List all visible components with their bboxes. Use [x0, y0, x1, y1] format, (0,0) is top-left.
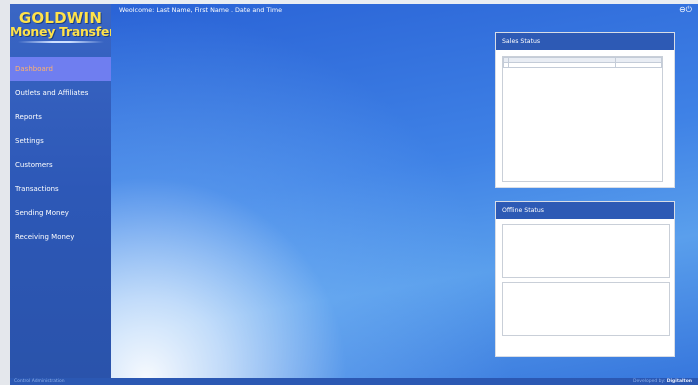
left-border [0, 0, 10, 385]
table-row [503, 62, 662, 68]
offline-status-title: Offline Status [496, 202, 674, 219]
footer: Control Administration Developed by: Dig… [10, 378, 698, 385]
window-controls[interactable]: ⊖⏻ [679, 5, 692, 15]
sidebar-item-receiving-money[interactable]: Receiving Money [10, 225, 111, 249]
app-window: GOLDWIN Money Transfer Dashboard Outlets… [0, 0, 698, 385]
sidebar-item-settings[interactable]: Settings [10, 129, 111, 153]
footer-credit-brand[interactable]: Digitalton [667, 379, 692, 384]
footer-credit-prefix: Developed by: [633, 379, 666, 384]
logo: GOLDWIN Money Transfer [10, 4, 115, 52]
welcome-text: Weolcome: Last Name, First Name . Date a… [119, 6, 283, 14]
logo-subtitle: Money Transfer [10, 24, 115, 39]
logo-underline [18, 41, 104, 43]
sidebar-nav: Dashboard Outlets and Affiliates Reports… [10, 57, 111, 249]
sales-status-panel: Sales Status [495, 32, 675, 188]
sidebar-item-dashboard[interactable]: Dashboard [10, 57, 111, 81]
sidebar-item-sending-money[interactable]: Sending Money [10, 201, 111, 225]
sales-table [503, 57, 662, 68]
sidebar-item-outlets-and-affiliates[interactable]: Outlets and Affiliates [10, 81, 111, 105]
offline-status-panel: Offline Status [495, 201, 675, 357]
sidebar-item-transactions[interactable]: Transactions [10, 177, 111, 201]
main-content: Weolcome: Last Name, First Name . Date a… [111, 4, 698, 378]
offline-status-box [502, 224, 670, 278]
sidebar-item-reports[interactable]: Reports [10, 105, 111, 129]
sales-status-title: Sales Status [496, 33, 674, 50]
footer-left-text: Control Administration [14, 379, 65, 384]
table-cell [615, 62, 662, 68]
sidebar: GOLDWIN Money Transfer Dashboard Outlets… [10, 4, 115, 378]
footer-credit: Developed by: Digitalton [633, 378, 692, 385]
sales-status-grid [502, 56, 663, 182]
sidebar-item-customers[interactable]: Customers [10, 153, 111, 177]
table-cell [507, 62, 617, 68]
offline-status-box [502, 282, 670, 336]
